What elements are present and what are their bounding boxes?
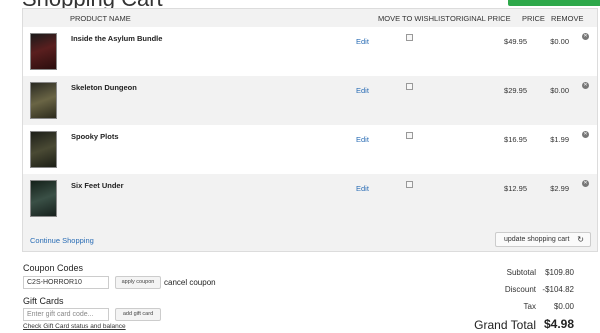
subtotal-label: Subtotal <box>506 268 536 277</box>
refresh-icon: ↻ <box>577 235 584 244</box>
edit-link[interactable]: Edit <box>356 184 369 193</box>
wishlist-checkbox[interactable] <box>406 181 413 188</box>
item-name[interactable]: Inside the Asylum Bundle <box>71 34 162 43</box>
header-price: PRICE <box>522 14 545 23</box>
coupon-label: Coupon Codes <box>23 263 84 273</box>
cart-header: PRODUCT NAME MOVE TO WISHLIST ORIGINAL P… <box>23 9 597 27</box>
subtotal-value: $109.80 <box>545 268 574 277</box>
close-circle-icon[interactable]: ✕ <box>582 131 589 138</box>
grand-total-value: $4.98 <box>543 317 574 331</box>
checkout-button[interactable] <box>508 0 600 6</box>
item-name[interactable]: Spooky Plots <box>71 132 119 141</box>
price: $1.99 <box>550 135 569 144</box>
check-gift-card-link[interactable]: Check Gift Card status and balance <box>23 323 126 330</box>
cart-item: Spooky Plots Edit $16.95 $1.99 ✕ <box>23 125 597 174</box>
original-price: $29.95 <box>504 86 527 95</box>
continue-shopping-link[interactable]: Continue Shopping <box>30 236 94 245</box>
cart-item: Inside the Asylum Bundle Edit $49.95 $0.… <box>23 27 597 76</box>
product-thumbnail[interactable] <box>30 82 57 119</box>
close-circle-icon[interactable]: ✕ <box>582 180 589 187</box>
update-cart-label: update shopping cart <box>504 236 570 243</box>
close-circle-icon[interactable]: ✕ <box>582 33 589 40</box>
cart-item: Skeleton Dungeon Edit $29.95 $0.00 ✕ <box>23 76 597 125</box>
cart-item: Six Feet Under Edit $12.95 $2.99 ✕ <box>23 174 597 223</box>
original-price: $49.95 <box>504 37 527 46</box>
coupon-input[interactable]: C2S-HORROR10 <box>23 276 109 289</box>
gift-card-label: Gift Cards <box>23 296 64 306</box>
header-move-to-wishlist: MOVE TO WISHLIST <box>378 14 450 23</box>
add-gift-card-button[interactable]: add gift card <box>115 308 161 321</box>
discount-value: -$104.82 <box>542 285 574 294</box>
tax-value: $0.00 <box>553 302 574 311</box>
edit-link[interactable]: Edit <box>356 135 369 144</box>
edit-link[interactable]: Edit <box>356 86 369 95</box>
cart-table: PRODUCT NAME MOVE TO WISHLIST ORIGINAL P… <box>22 8 598 252</box>
item-name[interactable]: Six Feet Under <box>71 181 124 190</box>
header-remove: REMOVE <box>551 14 584 23</box>
product-thumbnail[interactable] <box>30 33 57 70</box>
price: $2.99 <box>550 184 569 193</box>
close-circle-icon[interactable]: ✕ <box>582 82 589 89</box>
wishlist-checkbox[interactable] <box>406 34 413 41</box>
tax-label: Tax <box>523 302 536 311</box>
apply-coupon-button[interactable]: apply coupon <box>115 276 161 289</box>
edit-link[interactable]: Edit <box>356 37 369 46</box>
update-cart-button[interactable]: update shopping cart ↻ <box>495 232 591 247</box>
wishlist-checkbox[interactable] <box>406 132 413 139</box>
item-name[interactable]: Skeleton Dungeon <box>71 83 137 92</box>
product-thumbnail[interactable] <box>30 131 57 168</box>
price: $0.00 <box>550 86 569 95</box>
original-price: $16.95 <box>504 135 527 144</box>
discount-label: Discount <box>504 285 536 294</box>
header-original-price: ORIGINAL PRICE <box>450 14 511 23</box>
original-price: $12.95 <box>504 184 527 193</box>
cancel-coupon-link[interactable]: cancel coupon <box>164 278 216 287</box>
gift-card-input[interactable]: Enter gift card code... <box>23 308 109 321</box>
price: $0.00 <box>550 37 569 46</box>
product-thumbnail[interactable] <box>30 180 57 217</box>
wishlist-checkbox[interactable] <box>406 83 413 90</box>
header-product-name: PRODUCT NAME <box>70 14 131 23</box>
grand-total-label: Grand Total <box>474 318 536 332</box>
